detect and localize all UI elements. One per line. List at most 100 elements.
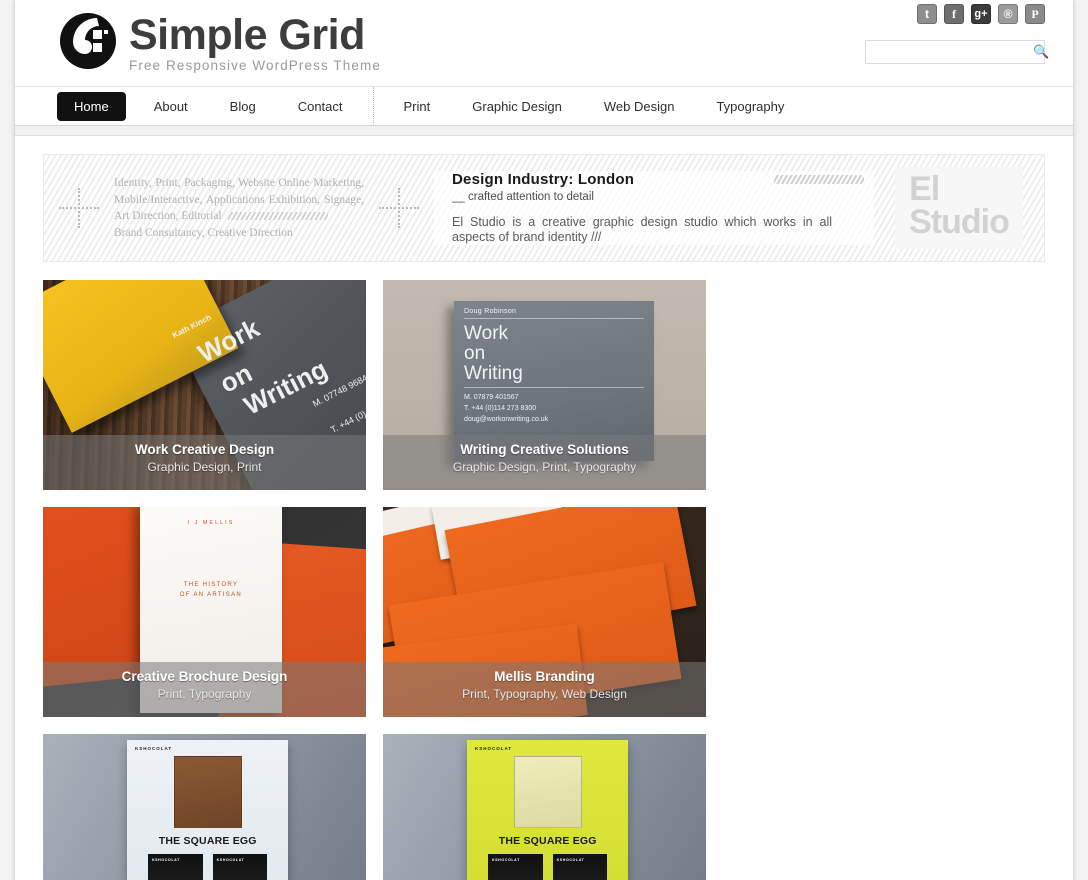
brochure-line1-text: THE HISTORY	[183, 581, 239, 588]
chocolate-window	[513, 756, 582, 829]
brand-text: Simple Grid Free Responsive WordPress Th…	[129, 8, 381, 73]
twitter-icon[interactable]: t	[917, 4, 937, 24]
packaging-brand-text: KSHOCOLAT	[474, 746, 513, 752]
hero-banner: Identity, Print, Packaging, Website Onli…	[43, 154, 1045, 262]
pinterest-glyph: P	[1031, 6, 1039, 21]
packaging-brand-text: KSHOCOLAT	[134, 746, 173, 752]
nav-item-typography[interactable]: Typography	[702, 93, 798, 120]
site-tagline: Free Responsive WordPress Theme	[129, 58, 381, 73]
google-plus-icon[interactable]: g+	[971, 4, 991, 24]
nav-item-home[interactable]: Home	[57, 91, 126, 121]
nav-list: Home About Blog Contact Print Graphic De…	[57, 87, 812, 125]
search-input[interactable]	[866, 41, 1033, 63]
square-egg-packaging-white-image: KSHOCOLAT THE SQUARE EGG KSHOCOLAT MILK …	[43, 734, 366, 880]
nav-item-web-design[interactable]: Web Design	[590, 93, 689, 120]
nav-item-blog[interactable]: Blog	[216, 93, 270, 120]
chocolate-window	[173, 756, 242, 829]
packaging-title-text: THE SQUARE EGG	[158, 835, 257, 848]
packaging-box: KSHOCOLAT THE SQUARE EGG KSHOCOLAT MILK …	[126, 740, 289, 880]
portfolio-title: Mellis Branding	[494, 669, 595, 684]
card-phone2-text: T. +44 (0)114 273 8300	[464, 405, 537, 412]
mini-brand-text: KSHOCOLAT	[491, 858, 520, 863]
square-egg-packaging-yellow-image: KSHOCOLAT THE SQUARE EGG KSHOCOLAT MILK …	[383, 734, 706, 880]
portfolio-meta: Graphic Design, Print	[147, 460, 262, 474]
card-email-text: doug@workonwriting.co.uk	[464, 416, 549, 423]
banner-main: Design Industry: London __ crafted atten…	[434, 171, 874, 245]
portfolio-meta: Print, Typography, Web Design	[462, 687, 627, 701]
gplus-glyph: g+	[974, 8, 988, 20]
dribbble-icon[interactable]: ®	[998, 4, 1018, 24]
social-links: t f g+ ® P	[917, 4, 1045, 24]
portfolio-title: Work Creative Design	[134, 442, 275, 457]
mini-box: KSHOCOLAT MILK CHOCOLATE TOFFETTES	[487, 854, 543, 880]
portfolio-title: Writing Creative Solutions	[460, 442, 629, 457]
portfolio-item[interactable]: Mellis Branding Print, Typography, Web D…	[383, 507, 706, 717]
page-root: Simple Grid Free Responsive WordPress Th…	[0, 0, 1088, 880]
portfolio-item[interactable]: KSHOCOLAT THE SQUARE EGG KSHOCOLAT MILK …	[43, 734, 366, 880]
pinterest-icon[interactable]: P	[1025, 4, 1045, 24]
card-line3-text: Writing	[464, 363, 523, 384]
mini-box: KSHOCOLAT MILK CHOCOLATE HONEYCOMB	[212, 854, 268, 880]
nav-item-about[interactable]: About	[140, 93, 202, 120]
site-header: Simple Grid Free Responsive WordPress Th…	[15, 0, 1073, 86]
search-icon[interactable]: 🔍	[1033, 44, 1049, 60]
portfolio-caption: Mellis Branding Print, Typography, Web D…	[383, 662, 706, 717]
mini-box-row: KSHOCOLAT MILK CHOCOLATE TOFFETTES KSHOC…	[127, 854, 289, 880]
nav-item-print[interactable]: Print	[390, 93, 445, 120]
hatch-decoration-icon	[227, 212, 328, 221]
brochure-brand-text: I J MELLIS	[187, 519, 235, 526]
portfolio-item[interactable]: KSHOCOLAT THE SQUARE EGG KSHOCOLAT MILK …	[383, 734, 706, 880]
card-phone1-text: M. 07879 401567	[464, 394, 519, 401]
banner-keywords-tail: Brand Consultancy, Creative Direction	[114, 226, 293, 239]
nav-item-graphic-design[interactable]: Graphic Design	[458, 93, 576, 120]
packaging-title-text: THE SQUARE EGG	[498, 835, 597, 848]
hatch-corner-icon	[774, 175, 864, 184]
site-branding[interactable]: Simple Grid Free Responsive WordPress Th…	[57, 8, 381, 73]
portfolio-meta: Graphic Design, Print, Typography	[452, 460, 637, 474]
mini-box: KSHOCOLAT MILK CHOCOLATE TOFFETTES	[147, 854, 203, 880]
mini-box: KSHOCOLAT MILK CHOCOLATE HONEYCOMB	[552, 854, 608, 880]
banner-body: El Studio is a creative graphic design s…	[452, 215, 832, 244]
search-box[interactable]: 🔍	[865, 40, 1049, 64]
portfolio-caption: Writing Creative Solutions Graphic Desig…	[383, 435, 706, 490]
mini-box-row: KSHOCOLAT MILK CHOCOLATE TOFFETTES KSHOC…	[467, 854, 629, 880]
portfolio-meta: Print, Typography	[157, 687, 252, 701]
portfolio-caption: Creative Brochure Design Print, Typograp…	[43, 662, 366, 717]
crosshair-middle	[364, 155, 434, 261]
mini-brand-text: KSHOCOLAT	[556, 858, 585, 863]
card-line2-text: on	[464, 343, 486, 364]
el-studio-line1: El	[909, 170, 940, 208]
portfolio-item[interactable]: Kath Kinch Work on Writing M. 07748 9684…	[43, 280, 366, 490]
site-container: Simple Grid Free Responsive WordPress Th…	[14, 0, 1074, 880]
portfolio-item[interactable]: I J MELLIS THE HISTORY OF AN ARTISAN Cre…	[43, 507, 366, 717]
site-title: Simple Grid	[129, 11, 365, 59]
banner-keywords: Identity, Print, Packaging, Website Onli…	[114, 175, 364, 241]
el-studio-logo: El Studio	[895, 167, 1023, 249]
packaging-box: KSHOCOLAT THE SQUARE EGG KSHOCOLAT MILK …	[466, 740, 629, 880]
nav-shadow-strip	[15, 126, 1073, 136]
s-grid-logo-icon	[57, 10, 119, 72]
mini-brand-text: KSHOCOLAT	[151, 858, 180, 863]
banner-subtitle: __ crafted attention to detail	[452, 191, 594, 203]
portfolio-item[interactable]: Doug Robinson Work on Writing M. 07879 4…	[383, 280, 706, 490]
card-rule	[464, 318, 645, 319]
card-name-text: Doug Robinson	[464, 308, 517, 315]
el-studio-line2: Studio	[909, 203, 1010, 241]
portfolio-grid: Kath Kinch Work on Writing M. 07748 9684…	[43, 280, 1045, 880]
brochure-line2-text: OF AN ARTISAN	[179, 591, 243, 598]
nav-divider	[372, 87, 374, 125]
main-navigation: Home About Blog Contact Print Graphic De…	[15, 86, 1073, 126]
facebook-icon[interactable]: f	[944, 4, 964, 24]
nav-item-contact[interactable]: Contact	[284, 93, 357, 120]
crosshair-left	[44, 155, 114, 261]
facebook-glyph: f	[952, 6, 956, 21]
dribbble-glyph: ®	[1003, 7, 1013, 21]
portfolio-title: Creative Brochure Design	[121, 669, 288, 684]
portfolio-caption: Work Creative Design Graphic Design, Pri…	[43, 435, 366, 490]
card-line1-text: Work	[464, 323, 509, 344]
card-rule	[464, 387, 645, 388]
mini-brand-text: KSHOCOLAT	[216, 858, 245, 863]
banner-logo: El Studio	[874, 155, 1044, 261]
twitter-glyph: t	[925, 7, 929, 21]
crosshair-icon	[59, 188, 99, 228]
